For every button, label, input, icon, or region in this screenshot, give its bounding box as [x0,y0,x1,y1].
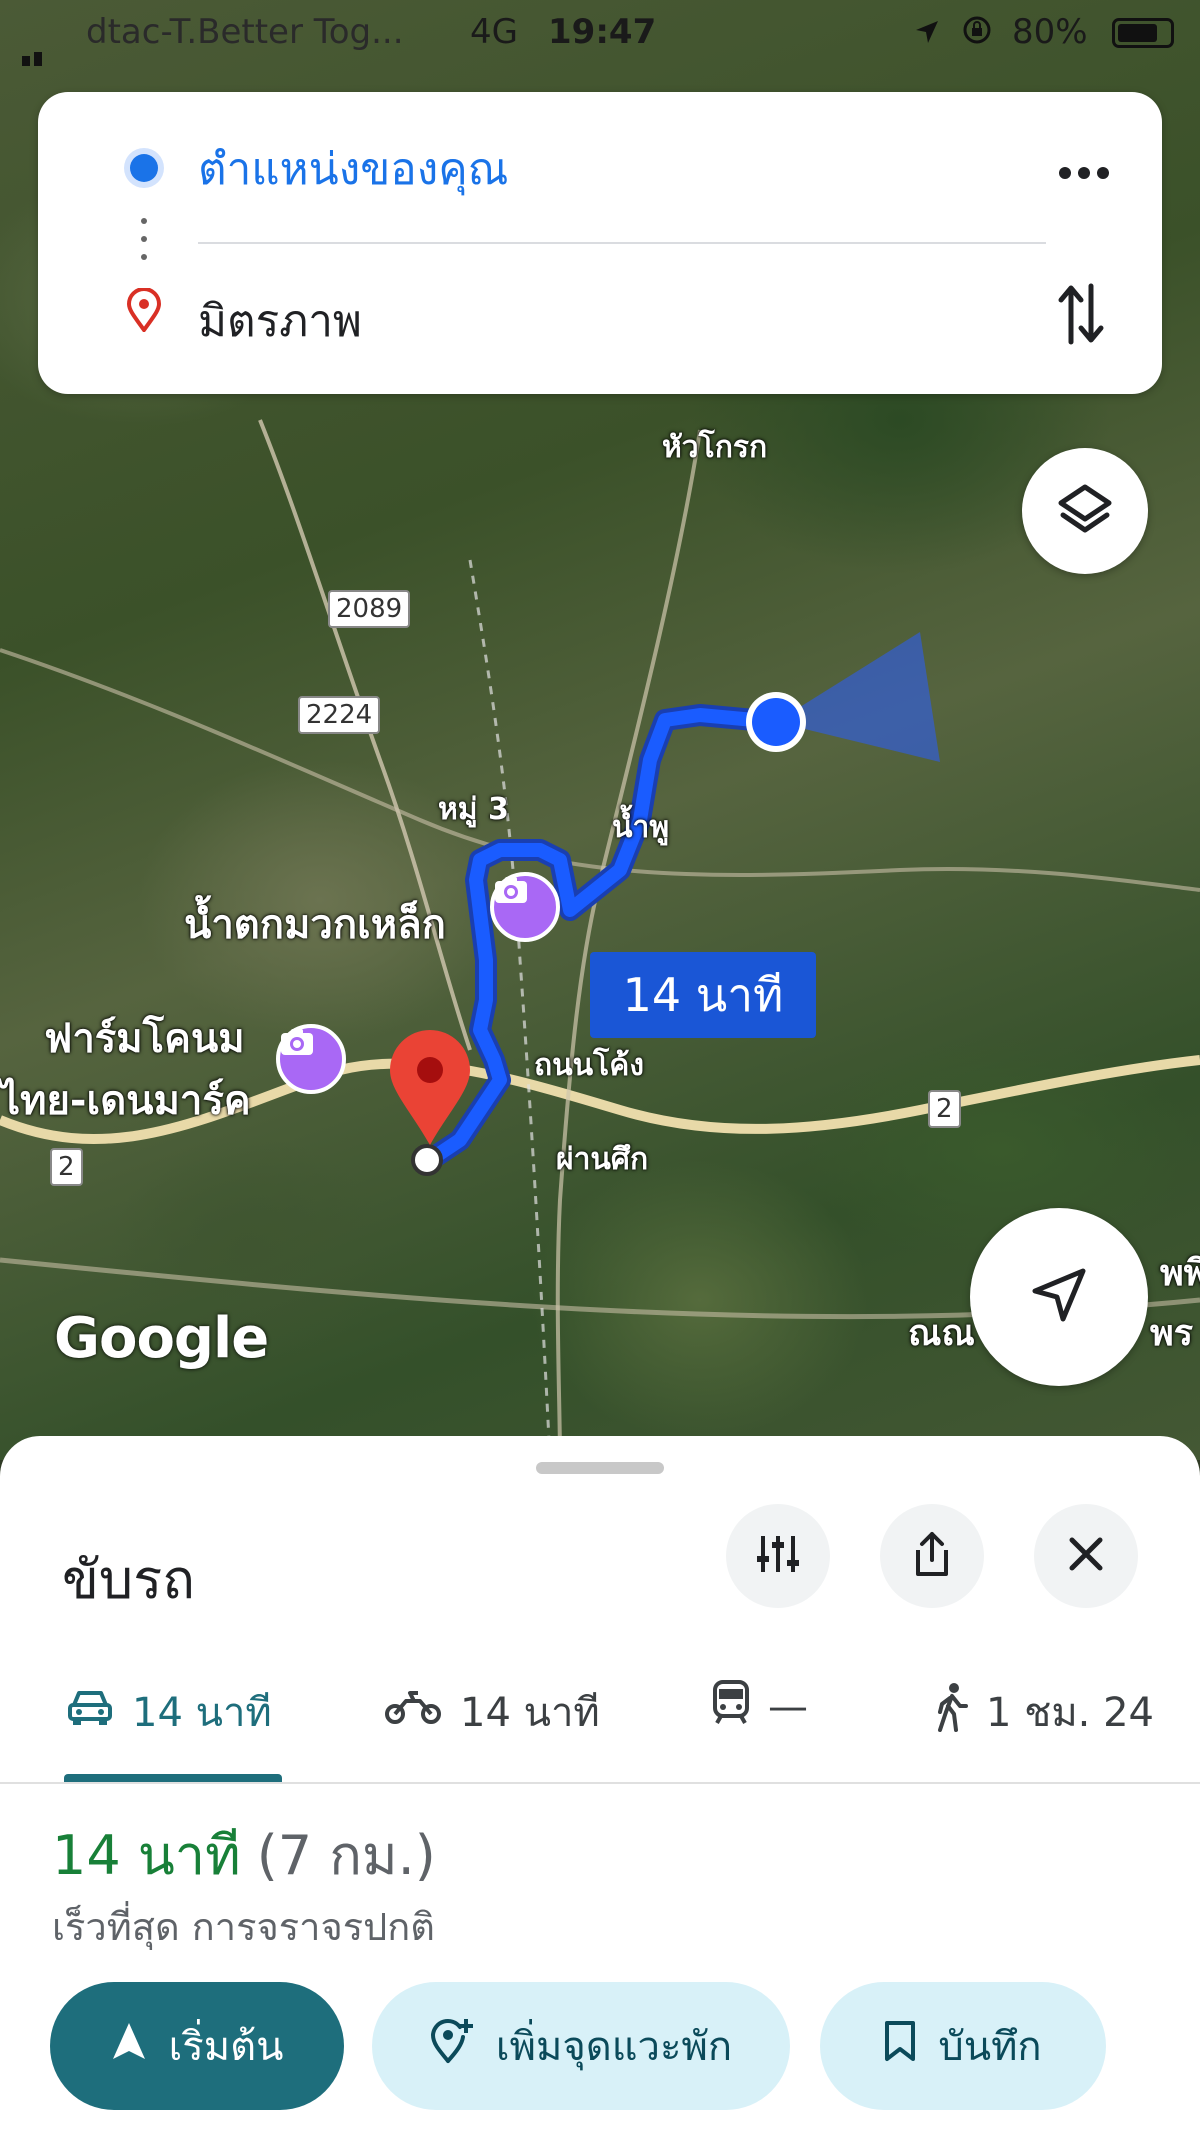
layers-button[interactable] [1022,448,1148,574]
tabs-divider [0,1782,1200,1784]
carrier-name: dtac-T.Better Tog... [86,12,404,52]
route-shield-2224: 2224 [298,696,381,734]
swap-vertical-icon[interactable] [1056,282,1106,350]
close-icon [1066,1534,1106,1578]
battery-percent: 80% [1012,12,1088,52]
add-location-icon [430,2017,474,2075]
map-label-farm-line1[interactable]: ฟาร์มโคนม [44,1006,245,1070]
route-inputs-card: ตำแหน่งของคุณ มิตรภาพ [38,92,1162,394]
rotation-lock-icon [962,14,992,54]
transit-icon [712,1680,750,1734]
status-bar: dtac-T.Better Tog... 4G 19:47 80% [0,0,1200,66]
map-label-phan-suek: ผ่านศึก [556,1142,649,1177]
start-button[interactable]: เริ่มต้น [50,1982,344,2110]
route-shield-2-right: 2 [928,1090,961,1128]
directions-sheet: ขับรถ 14 นาที 14 นาที — 1 ชม. 24 14 นาที… [0,1436,1200,2134]
add-stop-button-label: เพิ่มจุดแวะพัก [495,2024,733,2070]
tab-transit[interactable]: — [712,1680,808,1734]
share-button[interactable] [880,1504,984,1608]
map-label-right-edge-2: ณณ [908,1313,975,1354]
route-duration: 14 นาที [52,1824,241,1887]
origin-field[interactable]: ตำแหน่งของคุณ [198,134,508,204]
travel-mode-tabs: 14 นาที 14 นาที — 1 ชม. 24 [0,1650,1200,1774]
close-button[interactable] [1034,1504,1138,1608]
google-attribution: Google [54,1306,269,1371]
clock: 19:47 [548,12,657,52]
bookmark-icon [884,2020,916,2072]
navigation-arrow-icon [1027,1263,1091,1331]
heading-beam [776,632,940,762]
add-stop-button[interactable]: เพิ่มจุดแวะพัก [372,1982,790,2110]
destination-pin-icon [126,287,162,336]
map-label-farm-line2[interactable]: ไทย-เดนมาร์ค [0,1068,251,1132]
route-connector-dots [141,218,147,272]
route-shield-2089: 2089 [328,590,411,628]
map-label-right-edge-1: พพิ [1160,1253,1200,1294]
network-type: 4G [470,12,518,52]
recenter-button[interactable] [970,1208,1148,1386]
motorcycle-icon [384,1689,442,1735]
map-label-nam-phu: น้ำพู [612,810,670,845]
tab-motorcycle[interactable]: 14 นาที [384,1680,600,1744]
origin-dot-icon [130,154,158,182]
save-button-label: บันทึก [938,2024,1042,2070]
map-label-thanon-khong: ถนนโค้ง [534,1048,645,1083]
map-label-right-edge-3: พร [1150,1313,1194,1354]
map-label-mu3: หมู่ 3 [438,792,509,827]
tab-driving[interactable]: 14 นาที [66,1680,272,1744]
save-button[interactable]: บันทึก [820,1982,1106,2110]
eta-bubble[interactable]: 14 นาที [590,952,816,1038]
tab-motorcycle-label: 14 นาที [460,1690,600,1736]
route-description: เร็วที่สุด การจราจรปกติ [52,1905,435,1949]
sheet-drag-handle[interactable] [536,1462,664,1474]
location-services-icon [914,14,940,54]
navigation-arrow-icon [111,2021,147,2071]
tab-driving-label: 14 นาที [132,1690,272,1736]
map-label-hua-khok: หัวโกรก [662,430,768,465]
active-tab-indicator [64,1774,282,1782]
walk-icon [934,1682,968,1742]
signal-strength-icon [22,26,46,66]
sheet-title: ขับรถ [62,1548,195,1611]
camera-poi-icon[interactable] [490,872,560,942]
camera-poi-icon[interactable] [276,1024,346,1094]
map-label-waterfall[interactable]: น้ำตกมวกเหล็ก [184,892,446,956]
layers-icon [1055,479,1115,543]
tab-walking[interactable]: 1 ชม. 24 [934,1680,1154,1744]
route-shield-2-left: 2 [50,1148,83,1186]
car-icon [66,1687,114,1737]
tab-walking-label: 1 ชม. 24 [986,1690,1155,1736]
battery-icon [1112,18,1174,48]
share-icon [910,1530,954,1582]
route-summary: 14 นาที (7 กม.) [52,1812,436,1898]
tab-transit-label: — [768,1684,808,1730]
route-distance: (7 กม.) [256,1824,436,1887]
destination-field[interactable]: มิตรภาพ [198,286,362,356]
more-horiz-icon[interactable] [1058,144,1110,190]
route-card-divider [198,242,1046,244]
route-options-button[interactable] [726,1504,830,1608]
tune-icon [755,1534,801,1578]
start-button-label: เริ่มต้น [168,2024,284,2070]
